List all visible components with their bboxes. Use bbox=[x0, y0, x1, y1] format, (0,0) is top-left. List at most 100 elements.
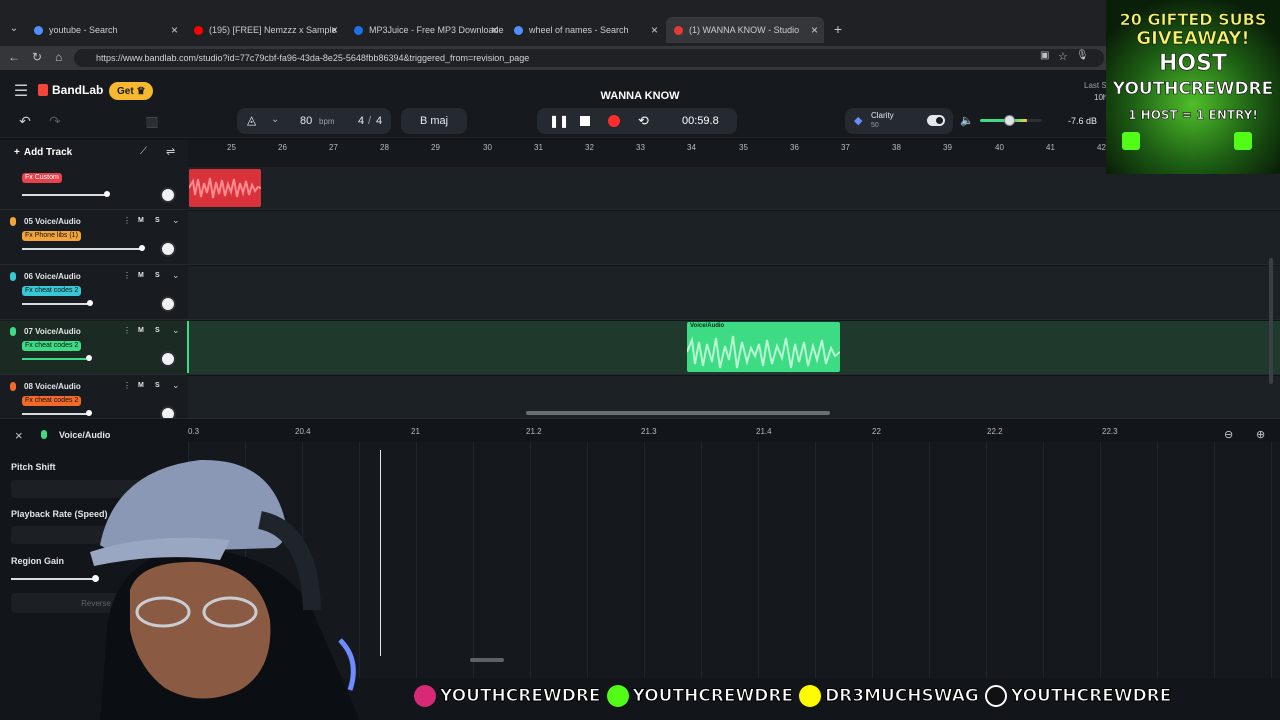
audio-clip[interactable]: Voice/Audio bbox=[687, 322, 840, 372]
track-volume-knob[interactable] bbox=[104, 191, 110, 197]
track-more-icon[interactable]: ⋮ bbox=[123, 216, 131, 225]
chevron-down-icon[interactable]: ⌄ bbox=[172, 380, 180, 391]
zoom-in-icon[interactable]: ⊕ bbox=[1256, 428, 1265, 441]
fx-preset-badge[interactable]: Fx cheat codes 2 bbox=[22, 286, 82, 296]
mute-button[interactable]: M bbox=[138, 272, 144, 279]
horizontal-scrollbar[interactable] bbox=[526, 411, 830, 415]
track-name[interactable]: 06 Voice/Audio bbox=[24, 272, 81, 281]
mute-button[interactable]: M bbox=[138, 327, 144, 334]
track-volume-slider[interactable] bbox=[22, 248, 142, 250]
pan-knob[interactable] bbox=[160, 241, 176, 257]
key-selector[interactable]: B maj bbox=[401, 108, 467, 134]
chevron-down-icon[interactable]: ⌄ bbox=[172, 325, 180, 336]
track-more-icon[interactable]: ⋮ bbox=[123, 381, 131, 390]
track-volume-knob[interactable] bbox=[139, 245, 145, 251]
track-volume-knob[interactable] bbox=[86, 410, 92, 416]
close-icon[interactable]: × bbox=[651, 23, 658, 37]
solo-button[interactable]: S bbox=[155, 272, 160, 279]
bandlab-logo[interactable]: BandLab bbox=[38, 83, 103, 97]
track-volume-knob[interactable] bbox=[87, 300, 93, 306]
fx-preset-badge[interactable]: Fx Phone libs (1) bbox=[22, 231, 81, 241]
stop-button[interactable] bbox=[580, 116, 590, 126]
fx-preset-badge[interactable]: Fx cheat codes 2 bbox=[22, 396, 82, 406]
solo-button[interactable]: S bbox=[155, 382, 160, 389]
pan-knob[interactable] bbox=[160, 351, 176, 367]
tab-search-chevron-icon[interactable]: ⌄ bbox=[6, 20, 22, 36]
automation-icon[interactable]: ⟋ bbox=[140, 146, 147, 157]
close-icon[interactable]: × bbox=[171, 23, 178, 37]
time-signature-denominator[interactable]: 4 bbox=[376, 115, 382, 127]
favorite-star-icon[interactable]: ☆ bbox=[1058, 50, 1068, 63]
url-input[interactable]: https://www.bandlab.com/studio?id=77c79c… bbox=[74, 49, 1104, 67]
editor-ruler[interactable]: 0.3 20.4 21 21.2 21.3 21.4 22 22.2 22.3 bbox=[188, 420, 1280, 442]
track-volume-knob[interactable] bbox=[86, 355, 92, 361]
volume-knob[interactable] bbox=[1004, 115, 1015, 126]
close-icon[interactable]: × bbox=[811, 23, 818, 37]
track-header[interactable]: 06 Voice/Audio ⋮ M S ⌄ Fx cheat codes 2 bbox=[0, 266, 188, 320]
undo-icon[interactable]: ↶ bbox=[16, 112, 34, 130]
track-settings-icon[interactable]: ⇌ bbox=[166, 145, 175, 158]
playhead[interactable] bbox=[187, 321, 189, 373]
track-header-selected[interactable]: 07 Voice/Audio ⋮ M S ⌄ Fx cheat codes 2 bbox=[0, 321, 188, 375]
fx-preset-badge[interactable]: Fx cheat codes 2 bbox=[22, 341, 82, 351]
solo-button[interactable]: S bbox=[155, 217, 160, 224]
clarity-toggle[interactable] bbox=[927, 115, 945, 126]
track-header[interactable]: 05 Voice/Audio ⋮ M S ⌄ Fx Phone libs (1) bbox=[0, 211, 188, 265]
chevron-down-icon[interactable]: ⌄ bbox=[172, 215, 180, 226]
track-header[interactable]: 08 Voice/Audio ⋮ M S ⌄ Fx cheat codes 2 bbox=[0, 376, 188, 419]
record-button[interactable] bbox=[608, 115, 620, 127]
redo-icon[interactable]: ↷ bbox=[46, 112, 64, 130]
track-lane[interactable] bbox=[188, 266, 1280, 320]
tab-mp3juice[interactable]: MP3Juice - Free MP3 Downloader × bbox=[346, 17, 504, 43]
audio-clip[interactable] bbox=[189, 169, 261, 207]
tab-wheel-of-names[interactable]: wheel of names - Search × bbox=[506, 17, 664, 43]
zoom-out-icon[interactable]: ⊖ bbox=[1224, 428, 1233, 441]
add-track-button[interactable]: + Add Track bbox=[14, 147, 72, 158]
solo-button[interactable]: S bbox=[155, 327, 160, 334]
track-volume-slider[interactable] bbox=[22, 358, 88, 360]
loop-button[interactable]: ⟲ bbox=[638, 113, 649, 129]
mute-button[interactable]: M bbox=[138, 382, 144, 389]
mixer-icon[interactable]: ▥ bbox=[143, 112, 161, 130]
chevron-down-icon[interactable]: ⌄ bbox=[172, 270, 180, 281]
translate-icon[interactable]: ▣ bbox=[1040, 50, 1049, 61]
tempo-value[interactable]: 80 bbox=[300, 115, 312, 127]
track-lane[interactable] bbox=[188, 211, 1280, 265]
master-volume-slider[interactable] bbox=[980, 115, 1042, 126]
new-tab-icon[interactable]: + bbox=[830, 21, 846, 37]
track-volume-slider[interactable] bbox=[22, 413, 88, 415]
track-name[interactable]: 05 Voice/Audio bbox=[24, 217, 81, 226]
microphone-icon[interactable]: 🎙 bbox=[1076, 50, 1089, 61]
track-volume-slider[interactable] bbox=[22, 194, 108, 196]
pan-knob[interactable] bbox=[160, 296, 176, 312]
close-icon[interactable]: × bbox=[331, 23, 338, 37]
close-icon[interactable]: × bbox=[491, 23, 498, 37]
pan-knob[interactable] bbox=[160, 187, 176, 203]
track-name[interactable]: 08 Voice/Audio bbox=[24, 382, 81, 391]
tab-nemzzz[interactable]: (195) [FREE] Nemzzz x Sample × bbox=[186, 17, 344, 43]
track-header[interactable]: Fx Custom bbox=[0, 167, 188, 210]
mute-button[interactable]: M bbox=[138, 217, 144, 224]
reload-icon[interactable]: ↻ bbox=[32, 50, 42, 64]
editor-scrollbar[interactable] bbox=[470, 658, 504, 662]
fx-preset-badge[interactable]: Fx Custom bbox=[22, 173, 62, 183]
track-more-icon[interactable]: ⋮ bbox=[123, 326, 131, 335]
pause-button[interactable]: ❚❚ bbox=[549, 114, 569, 128]
vertical-scrollbar[interactable] bbox=[1269, 258, 1273, 384]
get-membership-button[interactable]: Get ♛ bbox=[109, 82, 154, 100]
track-more-icon[interactable]: ⋮ bbox=[123, 271, 131, 280]
back-icon[interactable]: ← bbox=[8, 50, 20, 64]
track-volume-slider[interactable] bbox=[22, 303, 90, 305]
clarity-value[interactable]: 50 bbox=[871, 122, 879, 129]
metronome-icon[interactable]: ◬ bbox=[247, 113, 256, 127]
speaker-icon[interactable]: 🔈 bbox=[960, 114, 974, 127]
pan-knob[interactable] bbox=[160, 406, 176, 418]
tab-wanna-know-studio[interactable]: (1) WANNA KNOW - Studio × bbox=[666, 17, 824, 43]
time-signature-numerator[interactable]: 4 bbox=[358, 115, 364, 127]
close-editor-icon[interactable]: × bbox=[15, 428, 23, 443]
home-icon[interactable]: ⌂ bbox=[55, 50, 62, 64]
menu-icon[interactable]: ☰ bbox=[12, 82, 30, 100]
track-name[interactable]: 07 Voice/Audio bbox=[24, 327, 81, 336]
tab-youtube-search[interactable]: youtube - Search × bbox=[26, 17, 184, 43]
metronome-dropdown-icon[interactable]: ⌄ bbox=[271, 114, 279, 125]
